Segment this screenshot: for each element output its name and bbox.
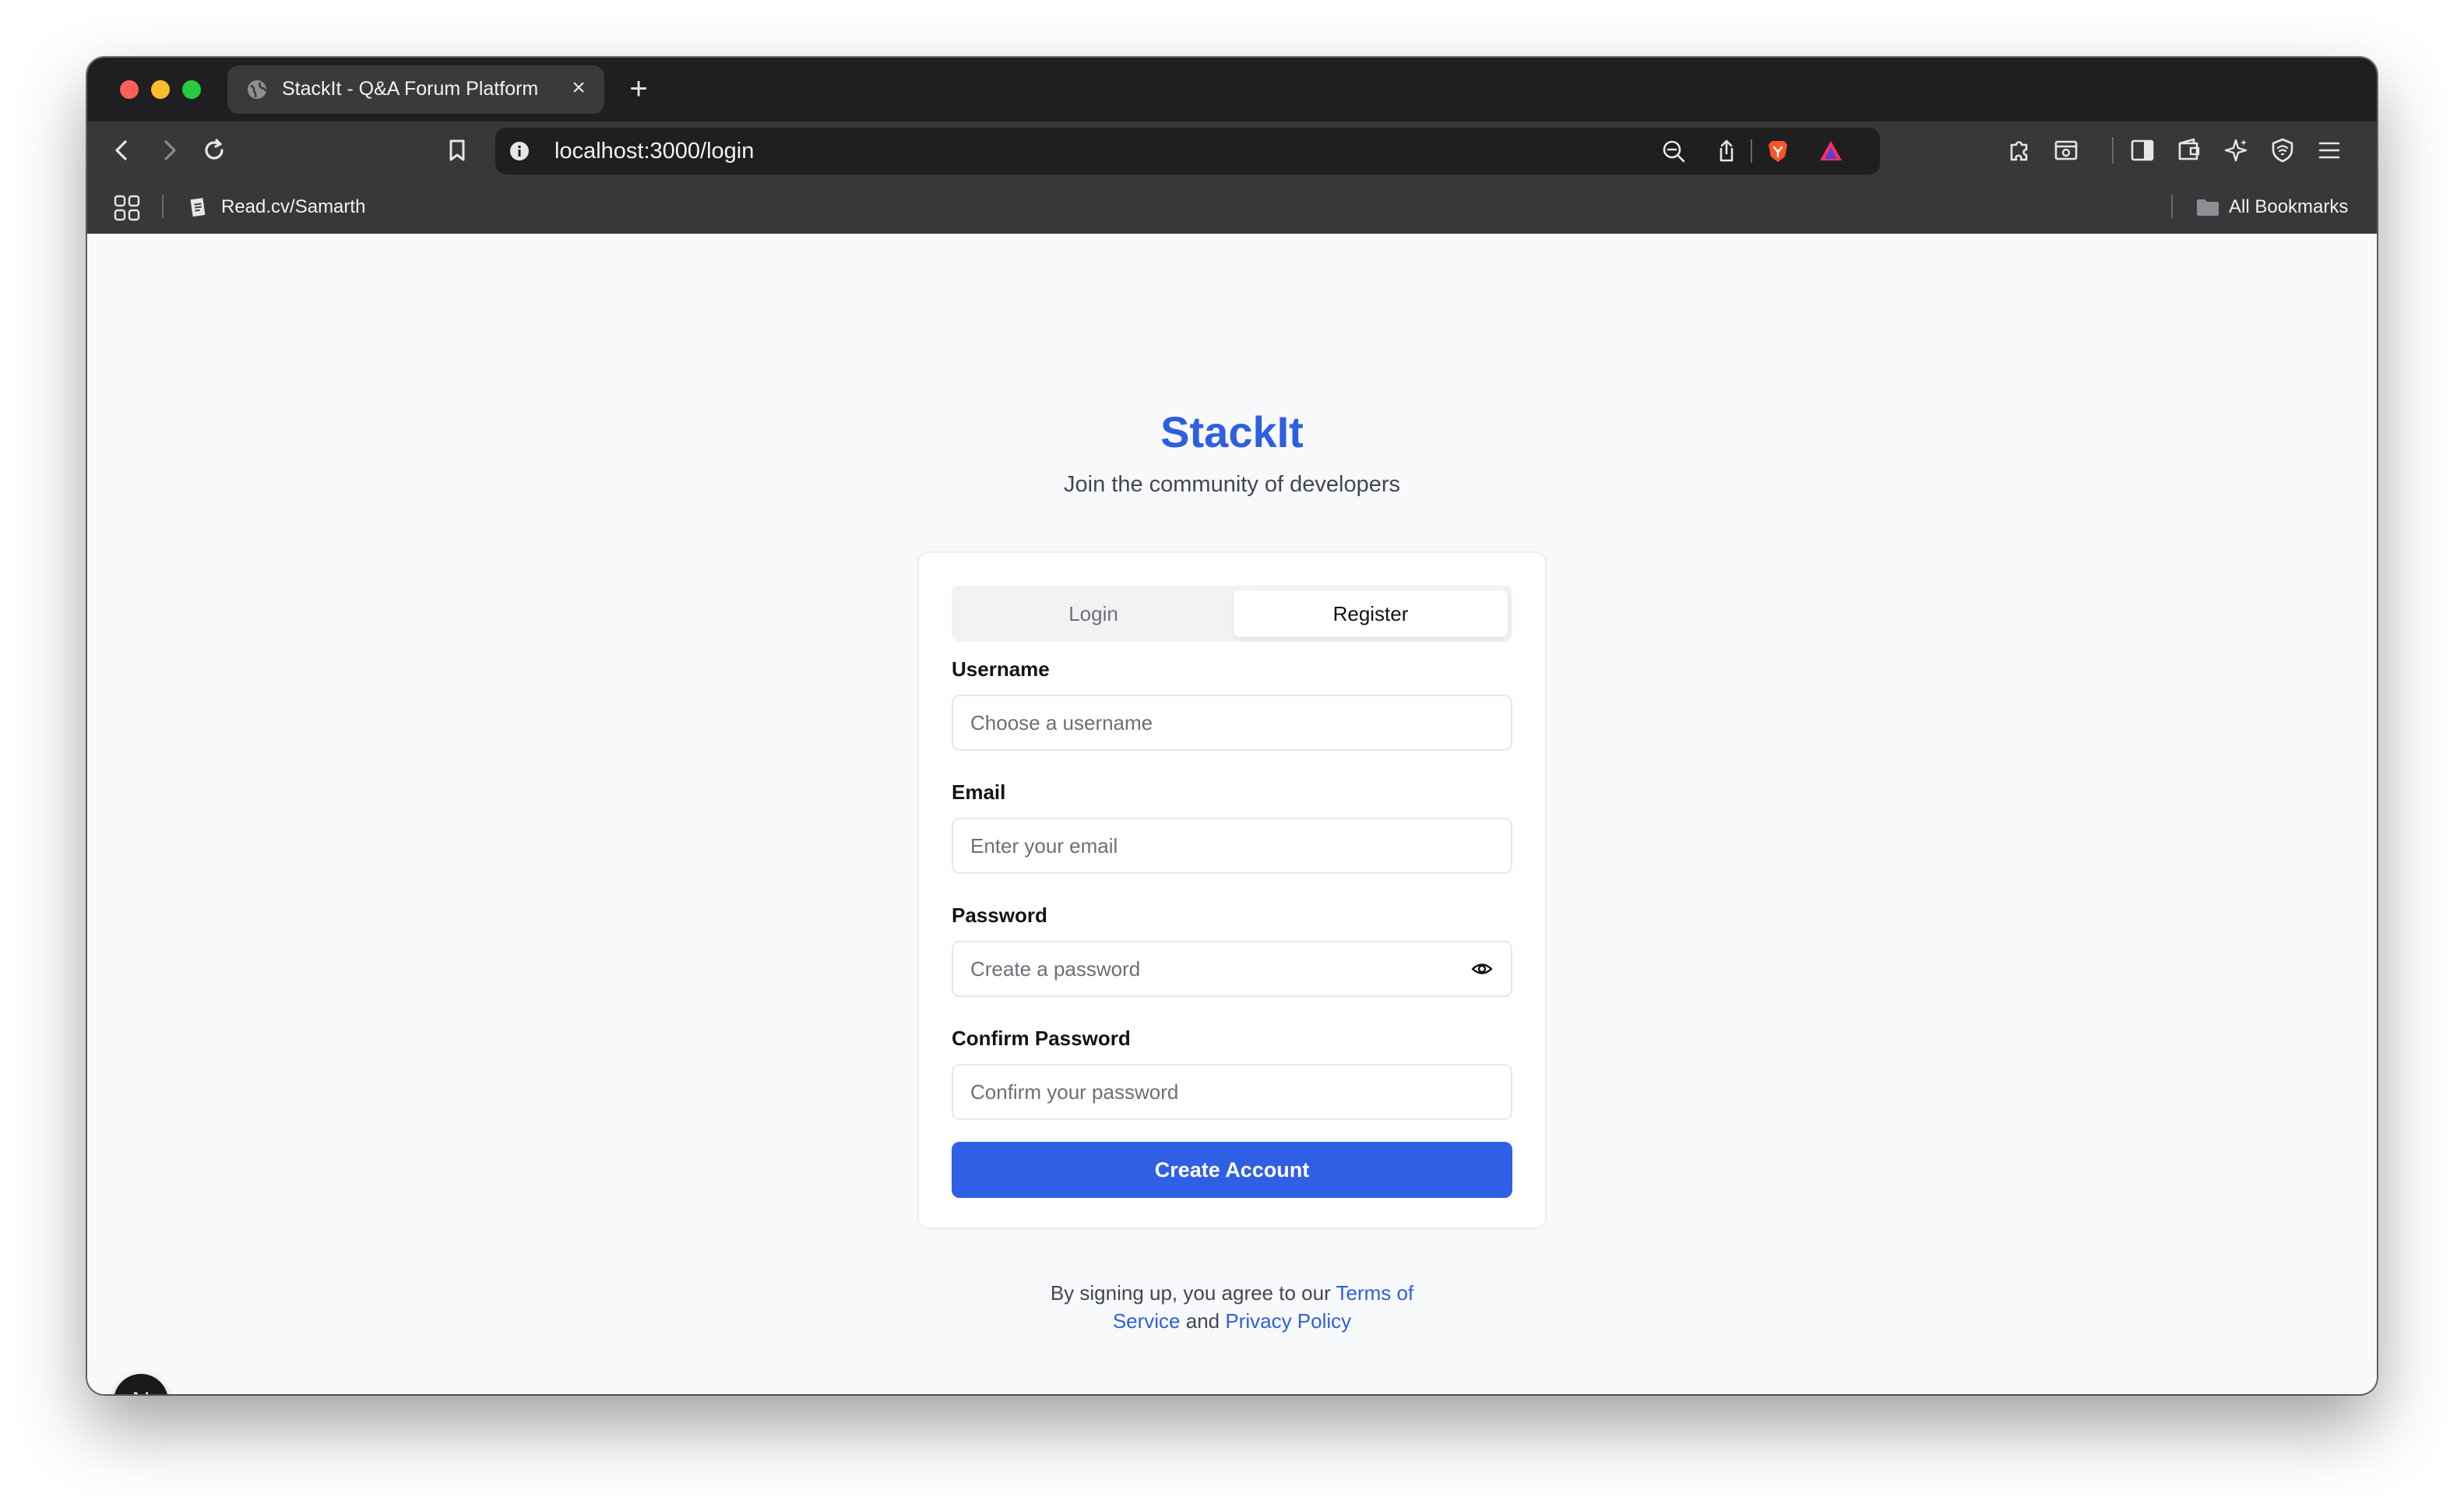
tab-strip: StackIt - Q&A Forum Platform × + xyxy=(87,58,2377,122)
url-divider xyxy=(1751,139,1752,163)
browser-window: StackIt - Q&A Forum Platform × + localho… xyxy=(87,58,2377,1394)
minimize-window-button[interactable] xyxy=(151,80,170,99)
address-bar[interactable]: localhost:3000/login xyxy=(495,128,1880,174)
extensions-icon[interactable] xyxy=(2005,136,2034,165)
bookmark-divider xyxy=(162,195,164,218)
bookmark-divider xyxy=(2171,195,2173,218)
screenshot-icon[interactable] xyxy=(2051,136,2081,165)
create-account-button[interactable]: Create Account xyxy=(952,1142,1512,1198)
nextjs-dev-badge[interactable]: N xyxy=(114,1374,168,1394)
username-input[interactable] xyxy=(952,695,1512,751)
maximize-window-button[interactable] xyxy=(182,80,201,99)
terms-prefix: By signing up, you agree to our xyxy=(1050,1281,1336,1305)
auth-tabs: Login Register xyxy=(952,586,1512,642)
password-input[interactable] xyxy=(952,941,1512,997)
reload-icon[interactable] xyxy=(199,136,229,165)
confirm-password-input[interactable] xyxy=(952,1064,1512,1120)
share-icon[interactable] xyxy=(1713,138,1740,164)
forward-icon[interactable] xyxy=(154,136,184,165)
tab-close-icon[interactable]: × xyxy=(567,76,590,100)
auth-card: Login Register Username Email Password C… xyxy=(917,551,1547,1229)
sidebar-icon[interactable] xyxy=(2128,136,2157,165)
tab-title: StackIt - Q&A Forum Platform xyxy=(282,78,539,100)
password-label: Password xyxy=(952,903,1047,927)
wallet-icon[interactable] xyxy=(2174,136,2204,165)
info-icon[interactable] xyxy=(509,141,530,161)
new-tab-button[interactable]: + xyxy=(623,73,654,104)
toolbar-divider xyxy=(2112,137,2114,164)
brand-title: StackIt xyxy=(1160,407,1304,456)
menu-icon[interactable] xyxy=(2314,136,2344,165)
bookmark-item-readcv[interactable]: Read.cv/Samarth xyxy=(221,196,365,218)
terms-notice: By signing up, you agree to our Terms of… xyxy=(1019,1279,1445,1335)
terms-and: and xyxy=(1180,1309,1226,1333)
close-window-button[interactable] xyxy=(120,80,139,99)
email-input[interactable] xyxy=(952,818,1512,874)
bookmark-icon[interactable] xyxy=(442,136,472,165)
all-bookmarks-folder[interactable]: All Bookmarks xyxy=(2229,196,2348,218)
tab-register[interactable]: Register xyxy=(1234,590,1508,637)
page-content: StackIt Join the community of developers… xyxy=(87,234,2377,1394)
back-icon[interactable] xyxy=(107,136,137,165)
tab-login[interactable]: Login xyxy=(956,590,1230,637)
page-subtitle: Join the community of developers xyxy=(1064,472,1400,497)
leo-ai-icon[interactable] xyxy=(2221,136,2251,165)
privacy-policy-link[interactable]: Privacy Policy xyxy=(1225,1309,1351,1333)
eye-icon[interactable] xyxy=(1470,957,1494,981)
username-label: Username xyxy=(952,657,1050,681)
apps-grid-icon[interactable] xyxy=(114,195,140,221)
document-icon xyxy=(188,196,209,218)
bookmarks-bar: Read.cv/Samarth All Bookmarks xyxy=(87,179,2377,234)
browser-toolbar: localhost:3000/login xyxy=(87,122,2377,179)
globe-icon xyxy=(246,79,268,100)
url-text[interactable]: localhost:3000/login xyxy=(554,139,754,164)
browser-tab[interactable]: StackIt - Q&A Forum Platform × xyxy=(227,65,604,114)
brave-shield-icon[interactable] xyxy=(1765,138,1791,164)
zoom-out-icon[interactable] xyxy=(1660,138,1687,164)
vpn-icon[interactable] xyxy=(2268,136,2297,165)
folder-icon xyxy=(2196,198,2219,217)
email-label: Email xyxy=(952,780,1006,804)
brave-rewards-icon[interactable] xyxy=(1818,138,1844,164)
confirm-password-label: Confirm Password xyxy=(952,1027,1131,1050)
